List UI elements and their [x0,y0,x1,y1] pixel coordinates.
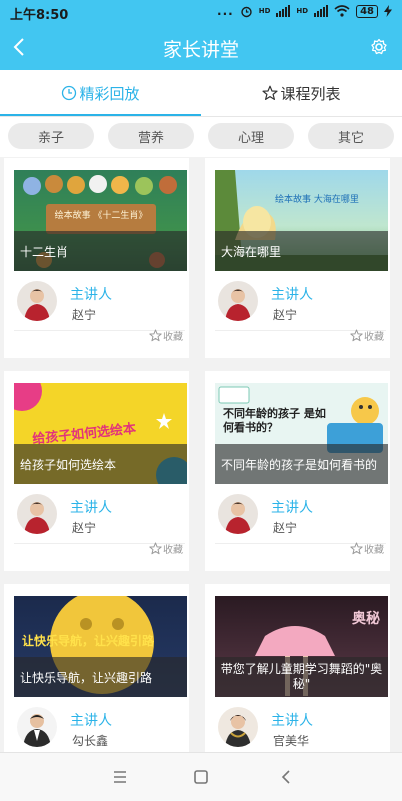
category-psychology[interactable]: 心理 [208,123,294,149]
course-card[interactable]: 奥秘 带您了解儿童期学习舞蹈的"奥秘" 主讲人 官美华 [205,584,390,752]
home-icon[interactable] [191,767,211,787]
favorite-button[interactable]: 收藏 [149,328,183,343]
lecturer-label: 主讲人 [70,500,112,516]
lecturer-label: 主讲人 [271,287,313,303]
favorite-label: 收藏 [163,332,183,343]
wifi-icon [334,5,350,17]
favorite-label: 收藏 [364,332,384,343]
tab-course-list[interactable]: 课程列表 [201,70,402,116]
tab-replay-label: 精彩回放 [79,84,140,103]
battery-level: 48 [356,4,378,18]
favorite-label: 收藏 [163,545,183,556]
course-grid: 绘本故事 《十二生肖》 十二生肖 主讲人 赵宁 收藏 绘本故事 大海在哪里 大海… [0,158,402,752]
gear-icon[interactable] [370,38,388,56]
tab-bar: 精彩回放 课程列表 [0,70,402,117]
status-time: 上午8:50 [10,8,69,23]
poster-title: 绘本故事 《十二生肖》 [54,211,148,221]
star-outline-icon [149,329,162,342]
lecturer-name: 官美华 [273,734,310,748]
charging-icon [384,5,392,17]
lecturer-name: 赵宁 [72,521,97,535]
lecturer-name: 赵宁 [273,308,298,322]
favorite-button[interactable]: 收藏 [149,541,183,556]
course-caption: 不同年龄的孩子是如何看书的 [215,444,388,484]
favorite-label: 收藏 [364,545,384,556]
course-thumbnail[interactable]: 不同年龄的孩子 是如何看书的？ 不同年龄的孩子是如何看书的 [215,383,388,484]
lecturer-avatar [218,707,258,747]
course-caption: 十二生肖 [14,231,187,271]
category-other[interactable]: 其它 [308,123,394,149]
lecturer-label: 主讲人 [70,713,112,729]
network-label-2: HD [296,7,309,15]
lecturer-avatar [218,494,258,534]
page-title: 家长讲堂 [162,39,239,61]
poster-title: 奥秘 [352,611,380,627]
course-thumbnail[interactable]: 奥秘 带您了解儿童期学习舞蹈的"奥秘" [215,596,388,697]
signal-icon-2 [314,5,329,17]
signal-icon-1 [276,5,291,17]
course-thumbnail[interactable]: 让快乐导航，让兴趣引路 让快乐导航，让兴趣引路 [14,596,187,697]
lecturer-avatar [218,281,258,321]
poster-title: 让快乐导航，让兴趣引路 [22,634,155,648]
course-thumbnail[interactable]: 绘本故事 《十二生肖》 十二生肖 [14,170,187,271]
category-nutrition[interactable]: 营养 [108,123,194,149]
lecturer-avatar [17,281,57,321]
course-caption: 带您了解儿童期学习舞蹈的"奥秘" [215,657,388,697]
lecturer-label: 主讲人 [271,713,313,729]
lecturer-label: 主讲人 [70,287,112,303]
lecturer-name: 勾长鑫 [72,734,109,748]
menu-icon[interactable] [110,767,130,787]
lecturer-avatar [17,707,57,747]
alarm-icon [241,6,252,17]
lecturer-avatar [17,494,57,534]
course-caption: 给孩子如何选绘本 [14,444,187,484]
category-bar: 亲子 营养 心理 其它 [0,117,402,157]
clock-icon [62,85,77,101]
star-outline-icon [149,542,162,555]
app-bar: 家长讲堂 [0,24,402,70]
tab-course-list-label: 课程列表 [280,84,341,103]
course-card[interactable]: 绘本故事 大海在哪里 大海在哪里 主讲人 赵宁 收藏 [205,158,390,358]
favorite-button[interactable]: 收藏 [350,328,384,343]
lecturer-name: 赵宁 [273,521,298,535]
course-card[interactable]: 不同年龄的孩子 是如何看书的？ 不同年龄的孩子是如何看书的 主讲人 赵宁 收藏 [205,371,390,571]
course-thumbnail[interactable]: 绘本故事 大海在哪里 大海在哪里 [215,170,388,271]
network-label-1: HD [258,7,271,15]
course-caption: 让快乐导航，让兴趣引路 [14,657,187,697]
lecturer-name: 赵宁 [72,308,97,322]
poster-title: 不同年龄的孩子 是如何看书的？ [223,407,326,434]
notification-dots: ... [217,4,234,18]
course-card[interactable]: 绘本故事 《十二生肖》 十二生肖 主讲人 赵宁 收藏 [4,158,189,358]
tab-replay[interactable]: 精彩回放 [0,70,201,116]
course-thumbnail[interactable]: 给孩子如何选绘本 给孩子如何选绘本 [14,383,187,484]
lecturer-label: 主讲人 [271,500,313,516]
star-outline-icon [350,542,363,555]
category-parenting[interactable]: 亲子 [8,123,94,149]
status-bar: 上午8:50 ... HD HD 48 [0,0,402,24]
course-caption: 大海在哪里 [215,231,388,271]
star-outline-icon [350,329,363,342]
favorite-button[interactable]: 收藏 [350,541,384,556]
back-icon[interactable] [276,767,296,787]
star-icon [262,85,279,100]
course-card[interactable]: 让快乐导航，让兴趣引路 让快乐导航，让兴趣引路 主讲人 勾长鑫 [4,584,189,752]
poster-title: 绘本故事 大海在哪里 [275,195,359,205]
course-card[interactable]: 给孩子如何选绘本 给孩子如何选绘本 主讲人 赵宁 收藏 [4,371,189,571]
system-nav-bar [0,752,402,801]
